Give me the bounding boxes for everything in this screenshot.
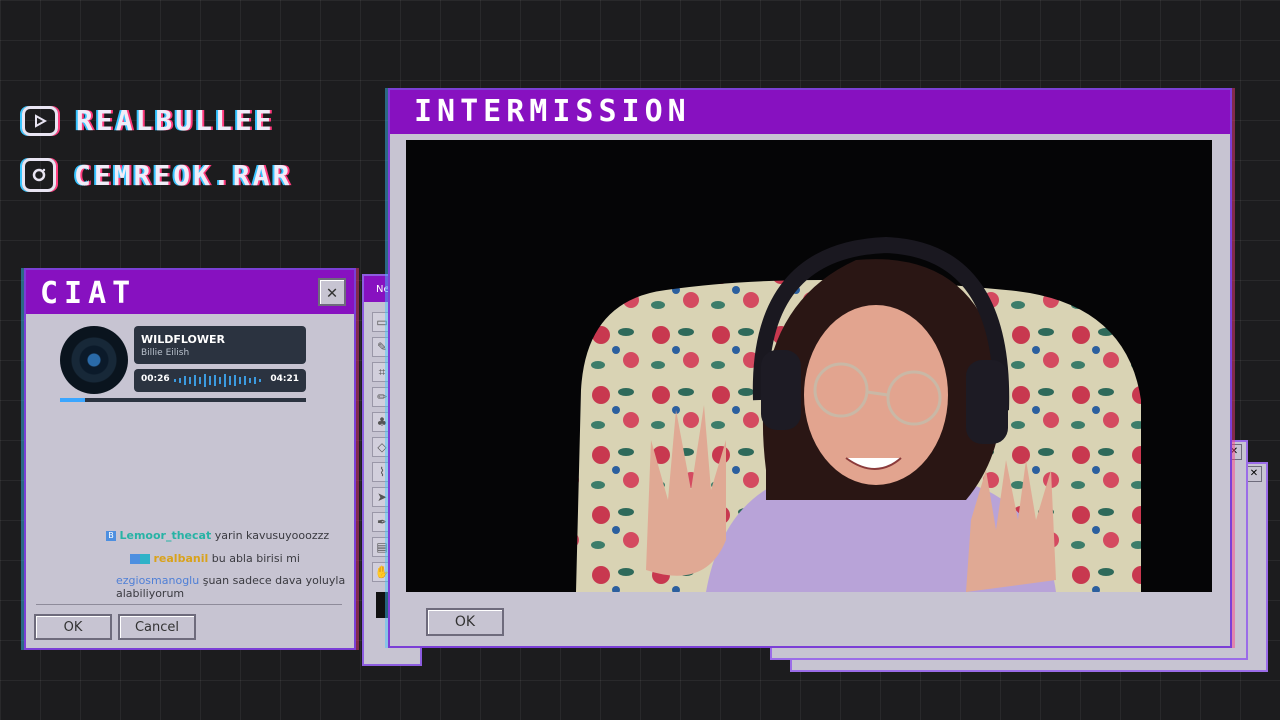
- hand-tool-icon[interactable]: ✋: [372, 562, 392, 582]
- social-youtube[interactable]: REALBULLEE: [22, 104, 275, 137]
- webcam-feed: [406, 140, 1212, 592]
- chat-text: bu abla birisi mi: [211, 552, 300, 565]
- playback-card: 00:26 04:21: [134, 369, 306, 392]
- streamer-webcam-image: [406, 140, 1212, 592]
- badge-icon: [130, 554, 140, 564]
- song-artist: Billie Eilish: [141, 348, 190, 358]
- text-tool-icon[interactable]: ▤: [372, 537, 392, 557]
- instagram-handle: CEMREOK.RAR: [74, 158, 293, 192]
- chat-text: yarin kavusuyooozzz: [214, 529, 330, 542]
- song-info-card: WILDFLOWER Billie Eilish: [134, 326, 306, 364]
- pen-tool-icon[interactable]: ✒: [372, 512, 392, 532]
- chat-window: CIAT ✕ WILDFLOWER Billie Eilish 00:26 04…: [26, 270, 354, 648]
- brush-tool-icon[interactable]: ⌇: [372, 462, 392, 482]
- waveform-icon: [174, 374, 261, 387]
- ok-button[interactable]: OK: [34, 614, 112, 640]
- select-tool-icon[interactable]: ▭: [372, 312, 392, 332]
- progress-track[interactable]: [60, 398, 306, 402]
- chat-titlebar: CIAT ✕: [26, 270, 354, 314]
- youtube-handle: REALBULLEE: [76, 104, 275, 137]
- chat-message: ezgiosmanoglu şuan sadece dava yoluyla a…: [116, 574, 352, 600]
- close-button[interactable]: ✕: [318, 278, 346, 306]
- total-duration: 04:21: [270, 374, 299, 384]
- pointer-tool-icon[interactable]: ➤: [372, 487, 392, 507]
- chat-message: B Lemoor_thecat yarin kavusuyooozzz: [106, 529, 329, 542]
- stamp-tool-icon[interactable]: ♣: [372, 412, 392, 432]
- crop-tool-icon[interactable]: ⌗: [372, 362, 392, 382]
- instagram-icon: [22, 158, 56, 192]
- intermission-title: INTERMISSION: [414, 94, 691, 129]
- elapsed-time: 00:26: [141, 374, 170, 384]
- badge-icon: [140, 554, 150, 564]
- intermission-titlebar: INTERMISSION: [390, 90, 1230, 134]
- social-instagram[interactable]: CEMREOK.RAR: [22, 158, 292, 192]
- ok-button[interactable]: OK: [426, 608, 504, 636]
- chat-username[interactable]: ezgiosmanoglu: [116, 574, 199, 587]
- youtube-icon: [22, 105, 58, 136]
- progress-fill: [60, 398, 85, 402]
- chat-message: realbanil bu abla birisi mi: [130, 552, 300, 565]
- vinyl-record-icon: [60, 326, 128, 394]
- color-swatch[interactable]: [376, 592, 388, 618]
- badge-icon: B: [106, 531, 116, 541]
- cancel-button[interactable]: Cancel: [118, 614, 196, 640]
- divider: [36, 604, 342, 605]
- eraser-tool-icon[interactable]: ◇: [372, 437, 392, 457]
- lasso-tool-icon[interactable]: ✎: [372, 337, 392, 357]
- song-title: WILDFLOWER: [141, 333, 225, 346]
- close-icon[interactable]: ✕: [1246, 466, 1262, 482]
- chat-title: CIAT: [40, 276, 137, 311]
- pencil-tool-icon[interactable]: ✏: [372, 387, 392, 407]
- chat-username[interactable]: realbanil: [154, 552, 209, 565]
- chat-username[interactable]: Lemoor_thecat: [120, 529, 212, 542]
